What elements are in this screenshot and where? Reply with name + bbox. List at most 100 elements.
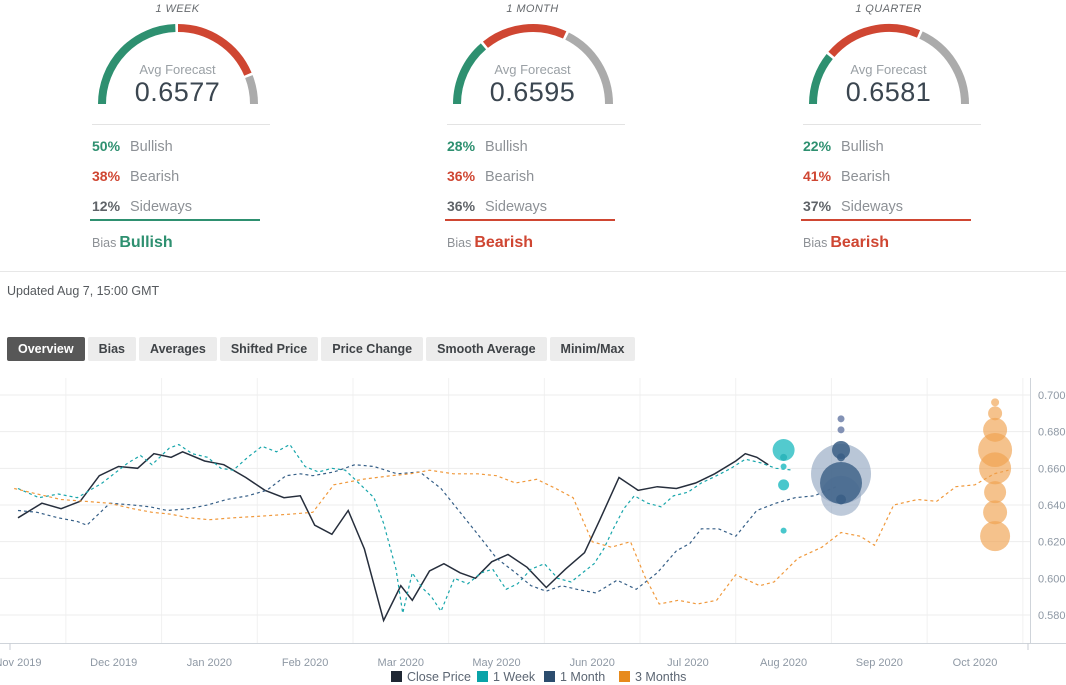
bearish-label: Bearish	[841, 169, 891, 185]
legend-swatch	[544, 671, 555, 682]
gauge-segment	[482, 24, 566, 48]
sideways-pct: 36%	[447, 198, 476, 214]
forecast-bubble	[780, 463, 787, 470]
forecast-bubble	[980, 521, 1011, 552]
legend-label: 1 Month	[560, 670, 605, 684]
legend-label: 3 Months	[635, 670, 686, 684]
legend-swatch	[391, 671, 402, 682]
x-axis-tick-label: Jan 2020	[187, 657, 232, 669]
y-axis-tick-label: 0.6600	[1038, 463, 1066, 475]
x-axis-tick-label: Aug 2020	[760, 657, 807, 669]
divider	[0, 271, 1066, 272]
forecast-stats: 28% Bullish 36% Bearish 36% Sideways	[447, 131, 625, 221]
avg-forecast-value: 0.6577	[134, 77, 221, 107]
x-axis-tick-label: Jul 2020	[667, 657, 709, 669]
divider	[92, 124, 270, 125]
bias-value: Bearish	[474, 234, 534, 251]
x-axis-tick-label: Feb 2020	[282, 657, 328, 669]
legend-item-1-week[interactable]: 1 Week	[477, 670, 536, 684]
gauge-title: 1 QUARTER	[855, 3, 922, 15]
forecast-bubble	[983, 500, 1008, 525]
legend-item-close-price[interactable]: Close Price	[391, 670, 471, 684]
forecast-bubble	[780, 527, 787, 534]
tab-bias[interactable]: Bias	[87, 337, 136, 361]
sideways-label: Sideways	[841, 199, 904, 215]
1-week-forecast-bubbles	[772, 439, 795, 534]
bias-value: Bullish	[119, 234, 173, 251]
gauge-1-week: Avg Forecast 0.6577	[93, 18, 263, 110]
tab-shifted-price[interactable]: Shifted Price	[219, 337, 319, 361]
y-axis-tick-label: 0.5800	[1038, 610, 1066, 622]
x-axis-tick-label: Jun 2020	[570, 657, 615, 669]
bearish-pct: 41%	[803, 168, 832, 184]
chart-tabs: Overview Bias Averages Shifted Price Pri…	[7, 337, 636, 361]
x-axis-tick-label: Nov 2019	[0, 657, 42, 669]
bearish-row: 41% Bearish	[803, 161, 981, 191]
tab-price-change[interactable]: Price Change	[321, 337, 424, 361]
bullish-row: 28% Bullish	[447, 131, 625, 161]
bullish-pct: 22%	[803, 138, 832, 154]
x-axis-tick-label: Mar 2020	[378, 657, 424, 669]
bearish-row: 36% Bearish	[447, 161, 625, 191]
bullish-row: 22% Bullish	[803, 131, 981, 161]
tab-smooth-average[interactable]: Smooth Average	[426, 337, 547, 361]
gauge-1-quarter: Avg Forecast 0.6581	[804, 18, 974, 110]
y-axis-tick-label: 0.6000	[1038, 573, 1066, 585]
sideways-label: Sideways	[485, 199, 548, 215]
forecast-bubble	[837, 415, 845, 423]
forecast-bubble	[780, 453, 788, 461]
bias-label: Bias	[92, 236, 117, 250]
bullish-pct: 50%	[92, 138, 121, 154]
forecast-bubble	[984, 481, 1007, 504]
x-axis-tick-label: May 2020	[472, 657, 520, 669]
gauge-panel-1-week: 1 WEEK Avg Forecast 0.6577 50% Bullish 38…	[0, 0, 355, 272]
avg-forecast-label: Avg Forecast	[139, 62, 216, 77]
tab-overview[interactable]: Overview	[7, 337, 85, 361]
bias-label: Bias	[803, 236, 828, 250]
sideways-pct: 12%	[92, 198, 121, 214]
bias-row: Bias Bullish	[92, 234, 173, 252]
legend-label: Close Price	[407, 670, 471, 684]
1-month-forecast-bubbles	[811, 415, 872, 516]
sideways-label: Sideways	[130, 199, 193, 215]
sideways-row: 36% Sideways	[447, 191, 625, 221]
tab-minim-max[interactable]: Minim/Max	[549, 337, 636, 361]
1-week-line	[17, 443, 794, 614]
forecast-bubble	[837, 426, 845, 434]
bullish-pct: 28%	[447, 138, 476, 154]
forecast-bubble	[991, 398, 1000, 407]
bias-row: Bias Bearish	[803, 234, 889, 252]
forecast-bubble	[778, 479, 790, 491]
tab-averages[interactable]: Averages	[139, 337, 217, 361]
forecast-bubble	[979, 452, 1012, 485]
forecast-bubble	[837, 453, 846, 462]
legend-label: 1 Week	[493, 670, 536, 684]
close-price-line	[17, 450, 769, 623]
y-axis-tick-label: 0.7000	[1038, 390, 1066, 402]
3-months-forecast-bubbles	[978, 398, 1013, 552]
y-axis-tick-label: 0.6400	[1038, 500, 1066, 512]
avg-forecast-value: 0.6595	[489, 77, 576, 107]
bearish-row: 38% Bearish	[92, 161, 270, 191]
gauge-panel-1-quarter: 1 QUARTER Avg Forecast 0.6581 22% Bullish…	[711, 0, 1066, 272]
bullish-label: Bullish	[485, 139, 528, 155]
legend-item-1-month[interactable]: 1 Month	[544, 670, 605, 684]
divider	[803, 124, 981, 125]
bearish-label: Bearish	[485, 169, 535, 185]
x-axis-tick-label: Sep 2020	[856, 657, 903, 669]
y-axis-tick-label: 0.6200	[1038, 537, 1066, 549]
gauge-1-month: Avg Forecast 0.6595	[448, 18, 618, 110]
forecast-bubble	[836, 494, 847, 505]
sideways-row: 12% Sideways	[92, 191, 270, 221]
bias-label: Bias	[447, 236, 472, 250]
bias-underline	[90, 219, 260, 221]
y-axis-tick-label: 0.6800	[1038, 427, 1066, 439]
bias-row: Bias Bearish	[447, 234, 533, 252]
gauge-panel-1-month: 1 MONTH Avg Forecast 0.6595 28% Bullish 3…	[355, 0, 710, 272]
avg-forecast-value: 0.6581	[845, 77, 932, 107]
bearish-pct: 36%	[447, 168, 476, 184]
avg-forecast-label: Avg Forecast	[850, 62, 927, 77]
legend-item-3-months[interactable]: 3 Months	[619, 670, 686, 684]
bullish-label: Bullish	[130, 139, 173, 155]
sideways-pct: 37%	[803, 198, 832, 214]
